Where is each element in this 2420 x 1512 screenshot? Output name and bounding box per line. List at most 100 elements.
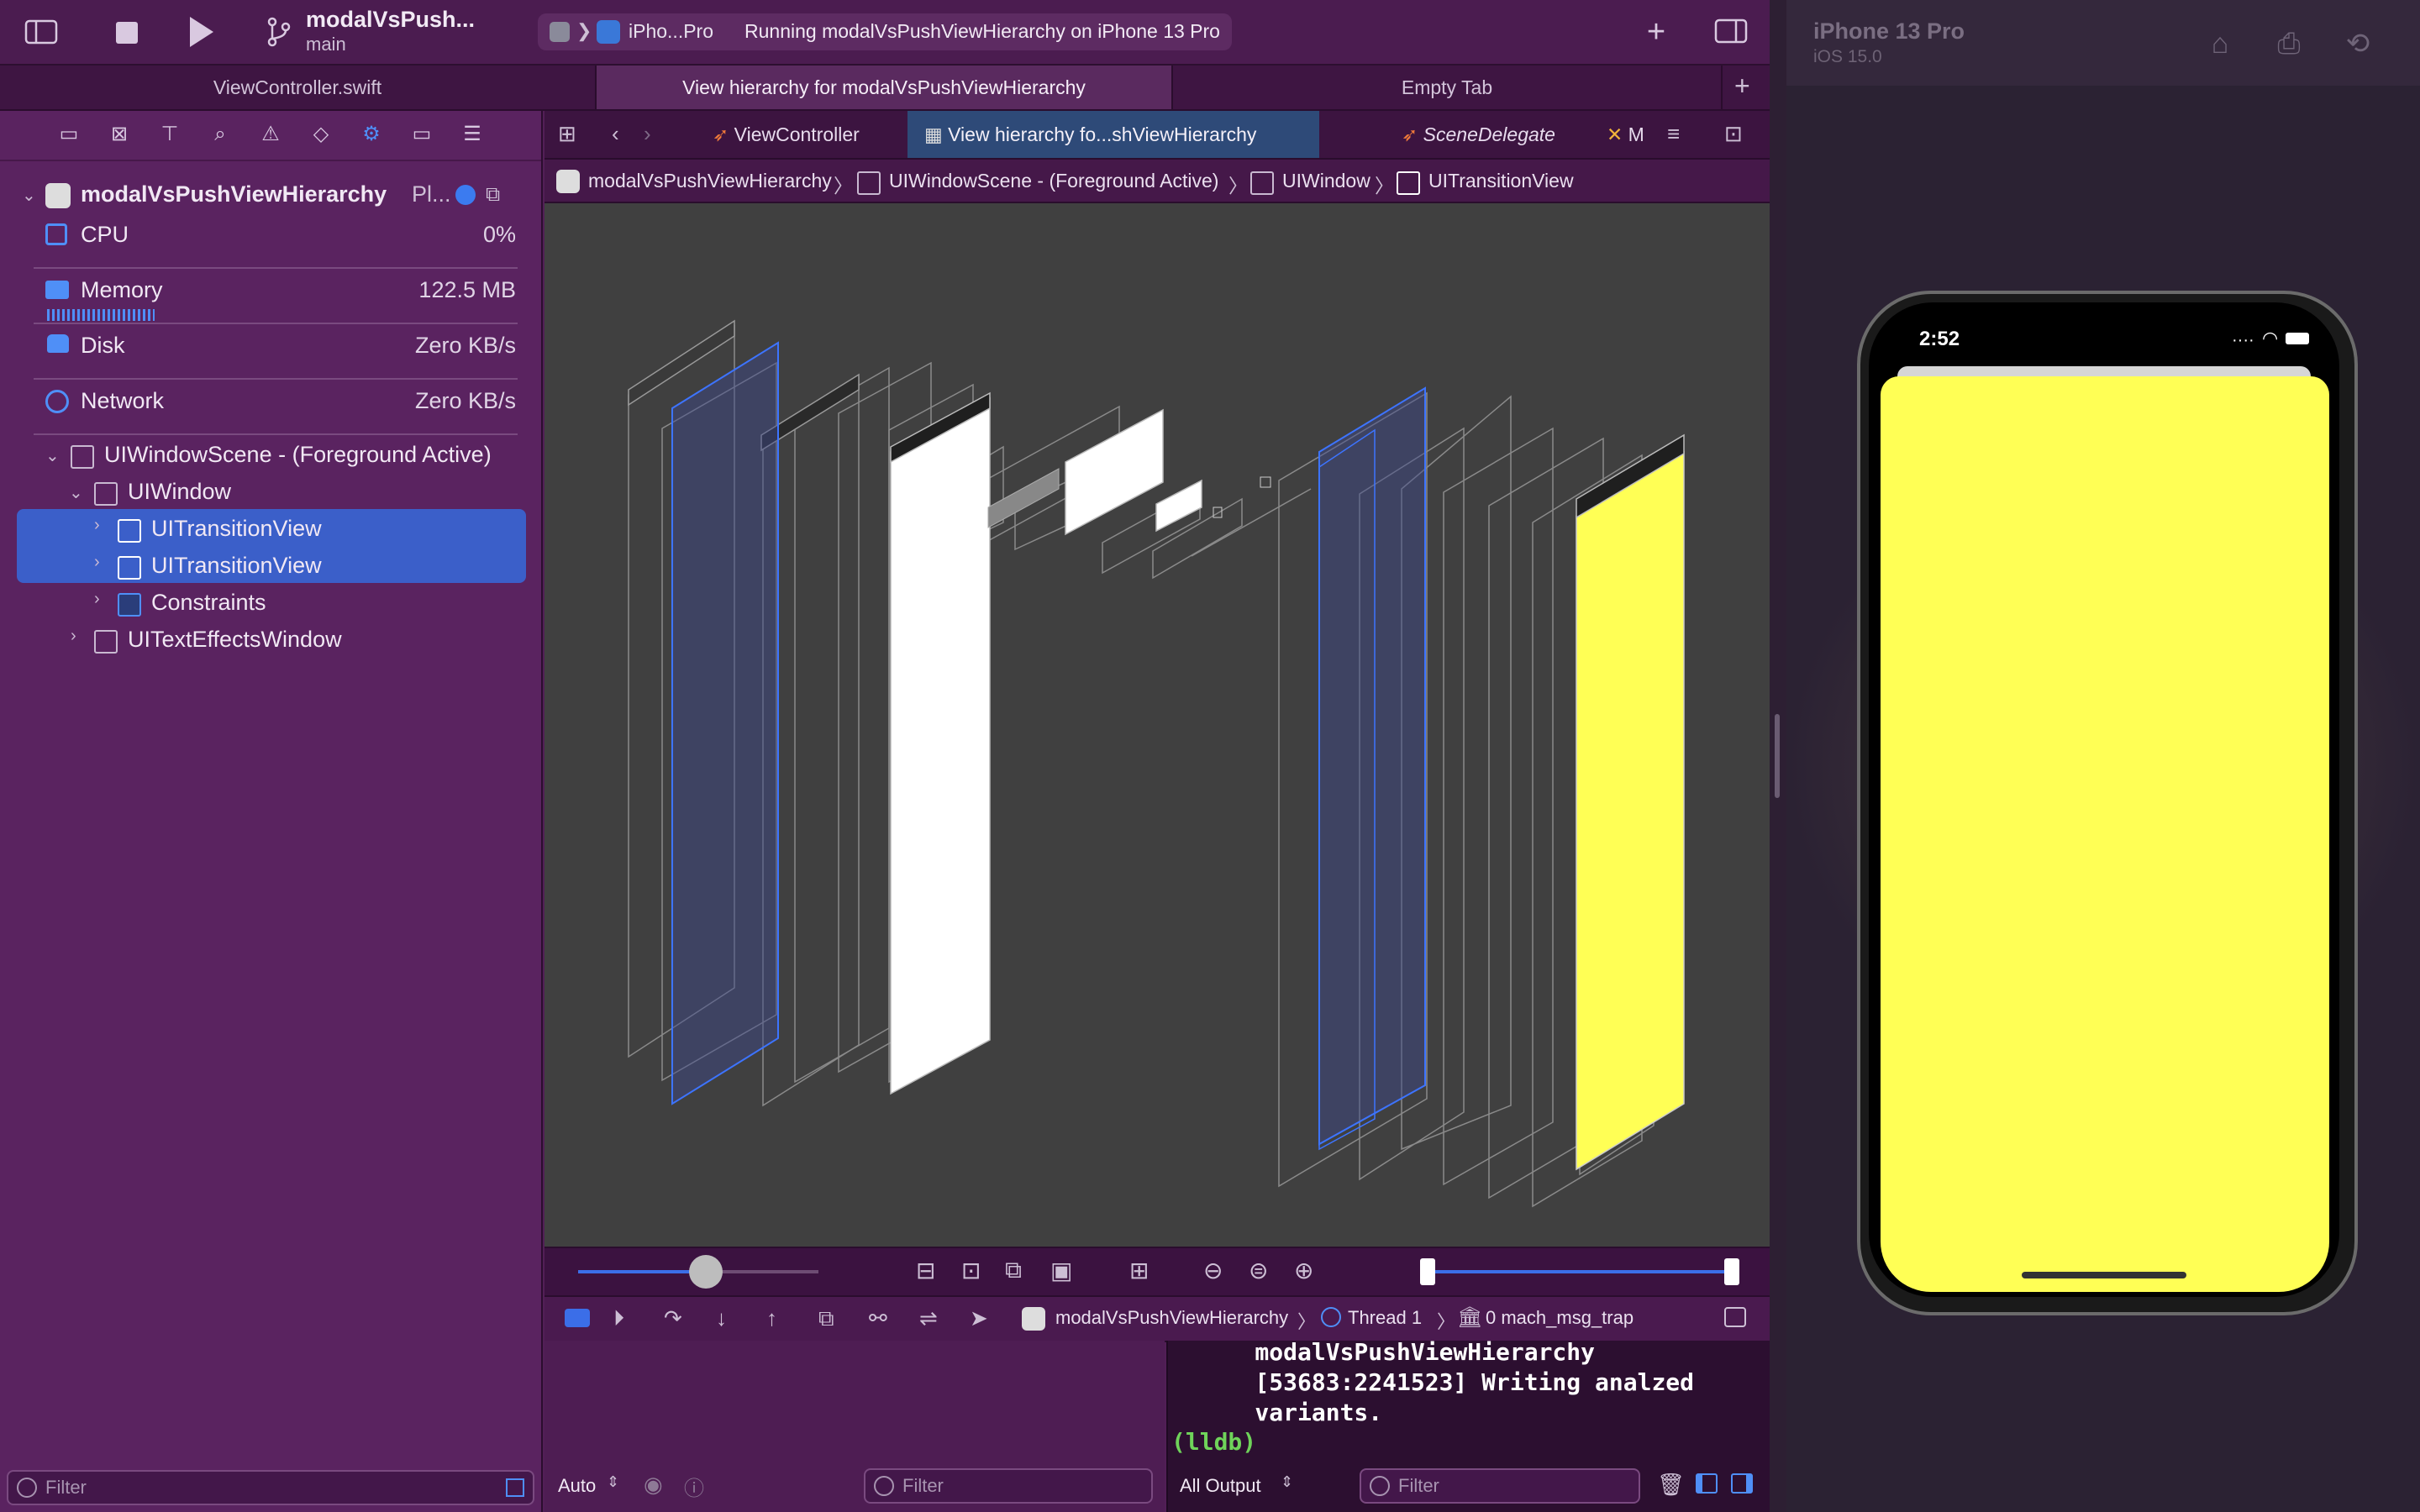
gray-subview[interactable] — [987, 468, 1060, 528]
show-clipped-icon[interactable]: ⊟ — [916, 1257, 935, 1284]
new-tab-icon[interactable]: + — [1734, 71, 1750, 102]
console-filter-field[interactable]: Filter — [1360, 1468, 1640, 1504]
tree-row-constraints[interactable]: › Constraints — [0, 585, 541, 622]
modal-yellow-view[interactable] — [1881, 376, 2329, 1292]
environment-overrides-icon[interactable]: ⇌ — [919, 1305, 938, 1331]
editor-tab-m[interactable]: ✕ M — [1590, 111, 1674, 158]
jump-item[interactable]: UIWindow — [1282, 170, 1370, 192]
sidebar-toggle-icon[interactable] — [20, 0, 62, 69]
gauge-cpu[interactable]: CPU 0% — [0, 217, 541, 254]
filter-toggle-icon[interactable] — [506, 1478, 524, 1497]
range-slider-end[interactable] — [1724, 1258, 1739, 1285]
step-out-icon[interactable]: ↑ — [766, 1305, 777, 1331]
debug-thread[interactable]: Thread 1 — [1348, 1307, 1422, 1329]
editor-tab-scenedelegate[interactable]: ➶ SceneDelegate — [1385, 111, 1603, 158]
white-view-layer[interactable] — [890, 396, 991, 1095]
debug-target[interactable]: modalVsPushViewHierarchy — [1055, 1307, 1288, 1329]
home-icon[interactable]: ⌂ — [2202, 25, 2238, 62]
back-icon[interactable]: ‹ — [612, 121, 619, 147]
change-canvas-bg-icon[interactable]: ▣ — [1050, 1257, 1072, 1284]
console-view[interactable]: modalVsPushViewHierarchy [53683:2241523]… — [1166, 1341, 1771, 1512]
screenshot-icon[interactable]: ⎙ — [2270, 25, 2307, 62]
add-editor-icon[interactable]: ⊡ — [1724, 121, 1743, 147]
project-row[interactable]: ⌄ modalVsPushViewHierarchy Pl... ⧉ — [0, 176, 541, 213]
step-over-icon[interactable]: ↷ — [664, 1305, 682, 1331]
step-into-icon[interactable]: ↓ — [716, 1305, 727, 1331]
jump-item[interactable]: UIWindowScene - (Foreground Active) — [889, 170, 1218, 192]
white-subview[interactable] — [1155, 479, 1202, 533]
show-console-icon[interactable] — [1731, 1473, 1753, 1494]
gauge-memory[interactable]: Memory 122.5 MB — [0, 272, 541, 309]
stop-button[interactable] — [116, 22, 138, 44]
debug-frame[interactable]: 0 mach_msg_trap — [1486, 1307, 1634, 1329]
debug-navigator-icon[interactable]: ⚙ — [356, 119, 387, 150]
scheme-name[interactable]: modalVsPush... — [306, 7, 475, 33]
tab-viewcontroller-swift[interactable]: ViewController.swift — [0, 66, 597, 109]
zoom-actual-icon[interactable]: ⊜ — [1249, 1257, 1268, 1284]
hide-debug-area-icon[interactable] — [1724, 1307, 1746, 1327]
continue-icon[interactable]: ⏵ — [613, 1305, 624, 1332]
adjust-view-mode-icon[interactable]: ⧉ — [1005, 1257, 1022, 1284]
zoom-in-icon[interactable]: ⊕ — [1294, 1257, 1313, 1284]
show-variables-icon[interactable] — [1696, 1473, 1718, 1494]
tree-row-transitionview-2[interactable]: › UITransitionView — [0, 548, 541, 585]
selected-layer[interactable] — [671, 341, 779, 1105]
orient-icon[interactable]: ⊞ — [1129, 1257, 1149, 1284]
jump-item[interactable]: modalVsPushViewHierarchy — [588, 170, 832, 192]
yellow-view-layer[interactable] — [1576, 450, 1685, 1171]
eye-icon[interactable]: ◉ — [644, 1472, 663, 1498]
output-select[interactable]: All Output — [1180, 1475, 1261, 1497]
home-indicator[interactable] — [2022, 1272, 2186, 1278]
location-icon[interactable]: ➤ — [970, 1305, 988, 1331]
lldb-prompt[interactable]: (lldb) — [1171, 1428, 1256, 1456]
view-hierarchy-canvas[interactable] — [544, 203, 1770, 1247]
exploded-layers[interactable] — [544, 203, 1770, 1247]
breakpoints-toggle-icon[interactable] — [565, 1309, 590, 1327]
tab-empty[interactable]: Empty Tab — [1173, 66, 1723, 109]
tree-row-transitionview-1[interactable]: › UITransitionView — [0, 511, 541, 548]
folder-icon[interactable]: ▭ — [54, 119, 84, 150]
test-icon[interactable]: ◇ — [306, 119, 336, 150]
info-icon[interactable]: ⓘ — [684, 1472, 704, 1501]
gauge-network[interactable]: Network Zero KB/s — [0, 383, 541, 420]
tab-view-hierarchy[interactable]: View hierarchy for modalVsPushViewHierar… — [597, 66, 1173, 109]
selected-layer[interactable] — [1318, 386, 1426, 1146]
spacing-slider-thumb[interactable] — [689, 1255, 723, 1289]
rotate-icon[interactable]: ⟲ — [2339, 25, 2376, 62]
small-subview[interactable] — [1213, 507, 1223, 518]
run-destination[interactable]: iPho...Pro — [629, 20, 713, 43]
layer-outline[interactable] — [1443, 427, 1554, 1186]
show-constraints-icon[interactable]: ⊡ — [961, 1257, 981, 1284]
gauge-disk[interactable]: Disk Zero KB/s — [0, 328, 541, 365]
zoom-out-icon[interactable]: ⊖ — [1203, 1257, 1223, 1284]
range-slider-start[interactable] — [1420, 1258, 1435, 1285]
tree-row-texteffectswindow[interactable]: › UITextEffectsWindow — [0, 622, 541, 659]
symbol-icon[interactable]: ⊤ — [155, 119, 185, 150]
splitter-handle[interactable] — [1775, 714, 1780, 798]
window-splitter[interactable] — [1770, 0, 1786, 1512]
inspector-toggle-icon[interactable] — [1714, 18, 1748, 48]
editor-options-icon[interactable]: ≡ — [1667, 121, 1680, 147]
breakpoint-icon[interactable]: ▭ — [407, 119, 437, 150]
issue-icon[interactable]: ⚠ — [255, 119, 286, 150]
memory-graph-icon[interactable]: ⚯ — [869, 1305, 887, 1331]
source-control-icon[interactable]: ⊠ — [104, 119, 134, 150]
forward-icon[interactable]: › — [644, 121, 651, 147]
add-icon[interactable]: + — [1635, 0, 1677, 64]
grid-icon[interactable]: ⊞ — [558, 121, 576, 147]
run-button[interactable] — [190, 17, 213, 47]
tree-row-windowscene[interactable]: ⌄ UIWindowScene - (Foreground Active) — [0, 437, 541, 474]
info-icon[interactable] — [455, 185, 476, 205]
device-icon[interactable] — [597, 20, 620, 44]
report-icon[interactable]: ☰ — [457, 119, 487, 150]
cube-icon[interactable]: ⧉ — [486, 183, 500, 207]
debug-view-hierarchy-icon[interactable]: ⧉ — [818, 1305, 834, 1332]
layer-outline[interactable] — [794, 366, 890, 1084]
trash-icon[interactable]: 🗑 — [1657, 1472, 1685, 1498]
tree-row-uiwindow[interactable]: ⌄ UIWindow — [0, 474, 541, 511]
find-icon[interactable]: ⌕ — [205, 119, 235, 150]
jump-item[interactable]: UITransitionView — [1428, 170, 1574, 192]
editor-tab-view-hierarchy[interactable]: ▦ View hierarchy fo...shViewHierarchy — [908, 111, 1319, 158]
auto-select[interactable]: Auto — [558, 1475, 596, 1497]
navigator-filter-field[interactable]: Filter — [7, 1470, 534, 1505]
